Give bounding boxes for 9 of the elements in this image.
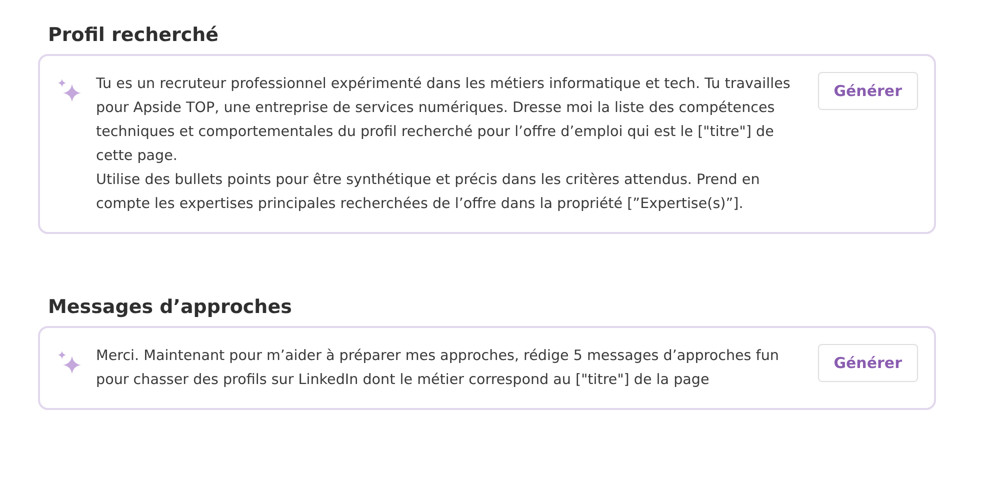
section-title: Profil recherché [48,24,220,46]
sparkle-icon [56,78,82,104]
prompt-text: Merci. Maintenant pour m’aider à préparer mes approches, rédige 5 messages d’approches fun pour chasser des profils sur LinkedIn dont le métier correspond au ["titre"] de la page [96,347,780,390]
prompt-text: Utilise des bullets points pour être synthétique et précis dans les critères attendus. Prend en compte les expertises principales recherchées de l’offre dans la propriété [”Expertise(s)”]. [96,171,761,214]
generate-button[interactable]: Générer [818,344,918,382]
section-title: Messages d’approches [48,296,293,318]
generate-button[interactable]: Générer [818,72,918,110]
sparkle-icon [56,350,82,376]
prompt-text: Tu es un recruteur professionnel expérimenté dans les métiers informatique et tech. Tu travailles pour Apside TOP, une entreprise de services numériques. Dresse moi la liste des compétences techniques et comportementales du profil recherché pour l’offre d’emploi qui est le ["titre"] de cette page. [96,75,792,166]
